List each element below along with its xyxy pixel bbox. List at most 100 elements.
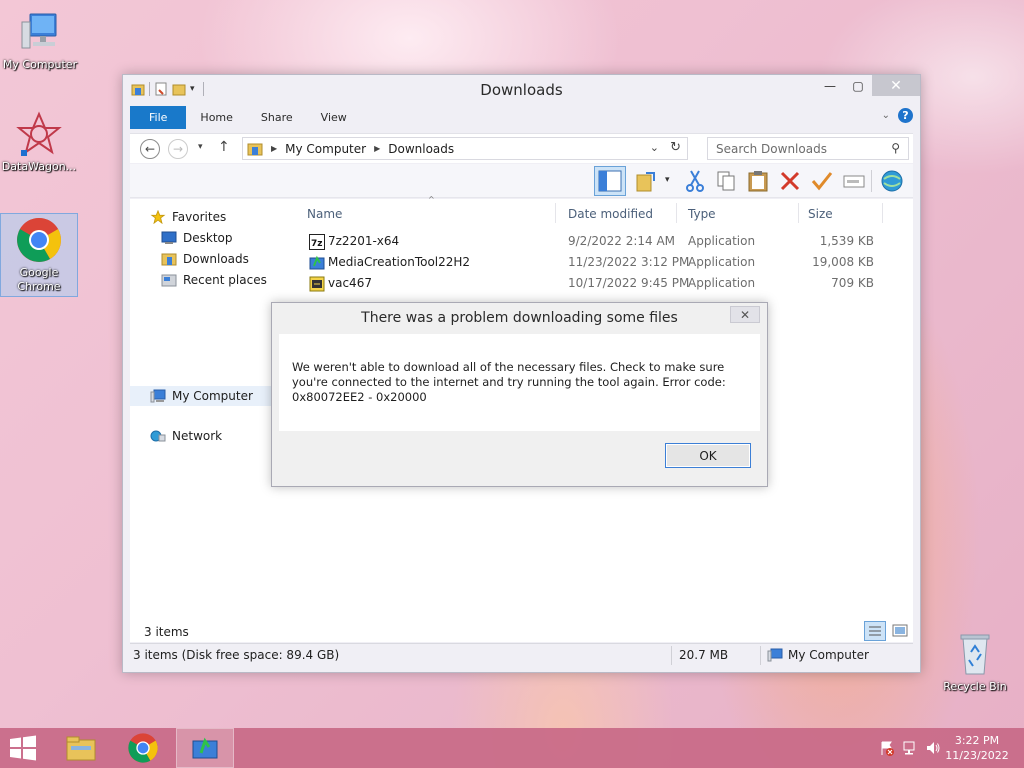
volume-icon[interactable] bbox=[925, 740, 941, 756]
search-input[interactable] bbox=[716, 141, 886, 156]
nav-favorites[interactable]: Favorites bbox=[150, 210, 226, 224]
taskbar-chrome[interactable] bbox=[114, 728, 172, 768]
desktop-icon-recycle-bin[interactable]: Recycle Bin bbox=[936, 630, 1014, 694]
status-size: 20.7 MB bbox=[679, 648, 729, 662]
close-button[interactable]: ✕ bbox=[872, 75, 920, 96]
command-toolbar: ▾ bbox=[130, 164, 913, 198]
address-row: ← → ▾ ↑ ▶ My Computer ▶ Downloads ⌄ ↻ ⚲ bbox=[130, 133, 913, 163]
refresh-icon[interactable]: ↻ bbox=[670, 140, 681, 155]
ok-button[interactable]: OK bbox=[665, 443, 751, 468]
tab-view[interactable]: View bbox=[307, 106, 361, 129]
file-row[interactable]: MediaCreationTool22H2 11/23/2022 3:12 PM A… bbox=[298, 252, 913, 273]
file-explorer-icon bbox=[66, 736, 96, 761]
column-header-name[interactable]: Name bbox=[307, 207, 342, 221]
status-bar: 3 items (Disk free space: 89.4 GB) 20.7 … bbox=[130, 643, 913, 666]
up-button[interactable]: ↑ bbox=[218, 139, 230, 155]
nav-recent-places[interactable]: Recent places bbox=[161, 273, 267, 287]
tab-file[interactable]: File bbox=[130, 106, 187, 129]
maximize-button[interactable]: ▢ bbox=[844, 75, 872, 96]
file-name: MediaCreationTool22H2 bbox=[328, 255, 471, 269]
breadcrumb-downloads[interactable]: Downloads bbox=[388, 142, 454, 156]
cut-icon[interactable] bbox=[683, 169, 707, 193]
copy-icon[interactable] bbox=[714, 169, 738, 193]
nav-label: Network bbox=[172, 429, 223, 443]
nav-downloads[interactable]: Downloads bbox=[161, 252, 249, 266]
file-row[interactable]: 7z 7z2201-x64 9/2/2022 2:14 AM Application 1… bbox=[298, 231, 913, 252]
7zip-app-icon: 7z bbox=[309, 234, 325, 250]
desktop-icon-label: DataWagon... bbox=[1, 160, 77, 173]
forward-button[interactable]: → bbox=[168, 139, 188, 159]
recycle-bin-icon bbox=[951, 630, 999, 678]
computer-icon bbox=[16, 8, 64, 56]
nav-label: Recent places bbox=[183, 273, 267, 287]
item-count-bar: 3 items bbox=[130, 620, 913, 642]
datawagon-logo-icon bbox=[15, 110, 63, 158]
checkmark-icon[interactable] bbox=[810, 169, 834, 193]
clock-date: 11/23/2022 bbox=[945, 749, 1009, 762]
nav-network[interactable]: Network bbox=[150, 429, 222, 443]
paste-icon[interactable] bbox=[746, 169, 770, 193]
media-creation-tool-icon bbox=[192, 737, 218, 759]
recent-locations-icon[interactable]: ▾ bbox=[198, 142, 203, 152]
item-count: 3 items bbox=[144, 625, 189, 639]
title-bar[interactable]: ▾ Downloads — ▢ ✕ bbox=[123, 75, 920, 105]
column-header-type[interactable]: Type bbox=[688, 207, 716, 221]
nav-desktop[interactable]: Desktop bbox=[161, 231, 233, 245]
file-date-modified: 9/2/2022 2:14 AM bbox=[568, 234, 676, 248]
search-box: ⚲ bbox=[707, 137, 909, 160]
chrome-icon bbox=[128, 733, 158, 763]
search-icon[interactable]: ⚲ bbox=[891, 141, 900, 155]
taskbar-media-creation-tool[interactable] bbox=[176, 728, 234, 768]
recent-places-icon bbox=[161, 274, 177, 287]
file-type: Application bbox=[688, 255, 756, 269]
nav-label: Downloads bbox=[183, 252, 249, 266]
file-row[interactable]: vac467 10/17/2022 9:45 PM Application 709 K… bbox=[298, 273, 913, 294]
chrome-icon bbox=[15, 216, 63, 264]
tab-share[interactable]: Share bbox=[247, 106, 307, 129]
preview-pane-icon[interactable] bbox=[594, 166, 626, 196]
address-dropdown-icon[interactable]: ⌄ bbox=[650, 141, 659, 154]
column-header-date-modified[interactable]: Date modified bbox=[568, 207, 653, 221]
dialog-close-button[interactable]: ✕ bbox=[730, 306, 760, 323]
help-icon[interactable]: ? bbox=[898, 108, 913, 123]
column-header-size[interactable]: Size bbox=[808, 207, 833, 221]
window-title: Downloads bbox=[480, 81, 563, 99]
windows-start-icon[interactable] bbox=[8, 735, 38, 761]
file-type: Application bbox=[688, 276, 756, 290]
expand-ribbon-icon[interactable]: ⌄ bbox=[882, 110, 890, 121]
network-tray-icon[interactable] bbox=[902, 740, 918, 756]
desktop-icon-datawagon[interactable]: DataWagon... bbox=[0, 110, 78, 174]
rename-icon[interactable] bbox=[842, 169, 866, 193]
desktop-icon bbox=[161, 231, 177, 244]
folder-options-icon[interactable] bbox=[634, 169, 658, 193]
network-icon bbox=[150, 430, 166, 442]
status-summary: 3 items (Disk free space: 89.4 GB) bbox=[133, 648, 340, 662]
nav-label: Favorites bbox=[172, 210, 227, 224]
computer-icon bbox=[150, 389, 166, 403]
status-location: My Computer bbox=[788, 648, 869, 662]
clock[interactable]: 3:22 PM 11/23/2022 bbox=[942, 733, 1012, 763]
folder-options-dropdown-icon[interactable]: ▾ bbox=[665, 175, 670, 185]
file-size: 1,539 KB bbox=[819, 234, 874, 248]
vac-app-icon bbox=[309, 276, 325, 292]
dialog-body: We weren't able to download all of the n… bbox=[279, 334, 760, 431]
column-headers: ^ Name Date modified Type Size bbox=[298, 195, 913, 227]
file-type: Application bbox=[688, 234, 756, 248]
taskbar: 3:22 PM 11/23/2022 bbox=[0, 728, 1024, 768]
large-icons-view-icon[interactable] bbox=[891, 622, 909, 640]
computer-icon bbox=[767, 648, 783, 662]
dialog-message: We weren't able to download all of the n… bbox=[292, 360, 726, 404]
back-button[interactable]: ← bbox=[140, 139, 160, 159]
action-center-flag-icon[interactable] bbox=[879, 740, 895, 756]
globe-icon[interactable] bbox=[880, 169, 904, 193]
taskbar-file-explorer[interactable] bbox=[52, 728, 110, 768]
dialog-title: There was a problem downloading some fil… bbox=[361, 310, 678, 326]
details-view-icon[interactable] bbox=[864, 621, 886, 641]
breadcrumb-my-computer[interactable]: My Computer bbox=[285, 142, 366, 156]
minimize-button[interactable]: — bbox=[816, 75, 844, 96]
tab-home[interactable]: Home bbox=[186, 106, 246, 129]
address-bar[interactable]: ▶ My Computer ▶ Downloads ⌄ ↻ bbox=[242, 137, 688, 160]
desktop-icon-my-computer[interactable]: My Computer bbox=[1, 8, 79, 72]
delete-icon[interactable] bbox=[778, 169, 802, 193]
desktop-icon-google-chrome[interactable]: Google Chrome bbox=[0, 213, 78, 297]
